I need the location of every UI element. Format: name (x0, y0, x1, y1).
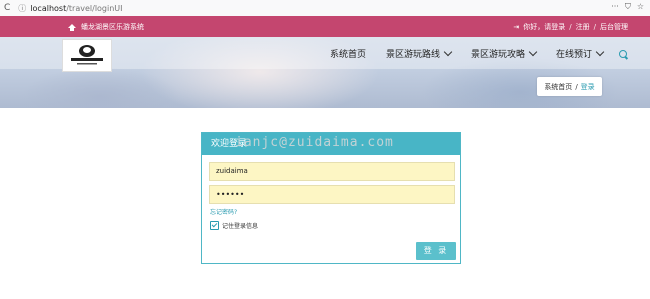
username-field[interactable]: zuidaima (209, 162, 455, 181)
login-icon: ⇥ (513, 23, 520, 31)
password-field[interactable]: •••••• (209, 185, 455, 204)
watermark-text: ianjc@zuidaima.com (235, 135, 394, 150)
site-home-link[interactable]: 蟠龙湖景区乐游系统 (68, 22, 144, 32)
greeting-link[interactable]: 你好，请登录 (523, 22, 565, 32)
nav-item-booking[interactable]: 在线预订 (556, 47, 605, 60)
browser-address-bar: C ⓘ localhost/travel/loginUI ··· ⛉ ☆ (0, 0, 650, 17)
top-info-bar: 蟠龙湖景区乐游系统 ⇥ 你好，请登录 / 注册 / 后台管理 (0, 16, 650, 37)
breadcrumb-current: 登录 (580, 82, 595, 91)
chevron-down-icon (443, 47, 453, 57)
nav-item-guides[interactable]: 景区游玩攻略 (471, 47, 538, 60)
main-nav: 系统首页 景区游玩路线 景区游玩攻略 在线预订 (330, 47, 628, 60)
site-logo[interactable] (62, 39, 112, 72)
remember-me[interactable]: 记住登录信息 (210, 221, 258, 230)
url-field[interactable]: localhost/travel/loginUI (30, 4, 122, 13)
login-button[interactable]: 登 录 (416, 242, 456, 260)
chevron-down-icon (595, 47, 605, 57)
forgot-password-link[interactable]: 忘记密码? (210, 207, 237, 216)
home-icon (68, 23, 76, 31)
admin-link[interactable]: 后台管理 (600, 22, 628, 32)
pocket-icon[interactable]: ⛉ (625, 2, 631, 12)
header-banner: 系统首页 景区游玩路线 景区游玩攻略 在线预订 (0, 37, 650, 108)
breadcrumb-home[interactable]: 系统首页 (544, 82, 572, 92)
register-link[interactable]: 注册 (576, 22, 590, 32)
site-name: 蟠龙湖景区乐游系统 (81, 23, 144, 31)
nav-item-routes[interactable]: 景区游玩路线 (386, 47, 453, 60)
chevron-down-icon (528, 47, 538, 57)
ellipsis-icon[interactable]: ··· (611, 2, 619, 12)
breadcrumb: 系统首页 / 登录 (537, 77, 602, 96)
login-panel: 欢迎登录 zuidaima •••••• 忘记密码? 记住登录信息 登 录 (201, 132, 461, 264)
remember-label: 记住登录信息 (222, 223, 259, 230)
remember-checkbox[interactable] (210, 221, 219, 230)
nav-item-home[interactable]: 系统首页 (330, 47, 366, 60)
info-icon[interactable]: ⓘ (18, 3, 26, 14)
reload-icon[interactable]: C (4, 3, 10, 13)
search-icon[interactable] (619, 49, 628, 58)
star-icon[interactable]: ☆ (637, 2, 644, 12)
